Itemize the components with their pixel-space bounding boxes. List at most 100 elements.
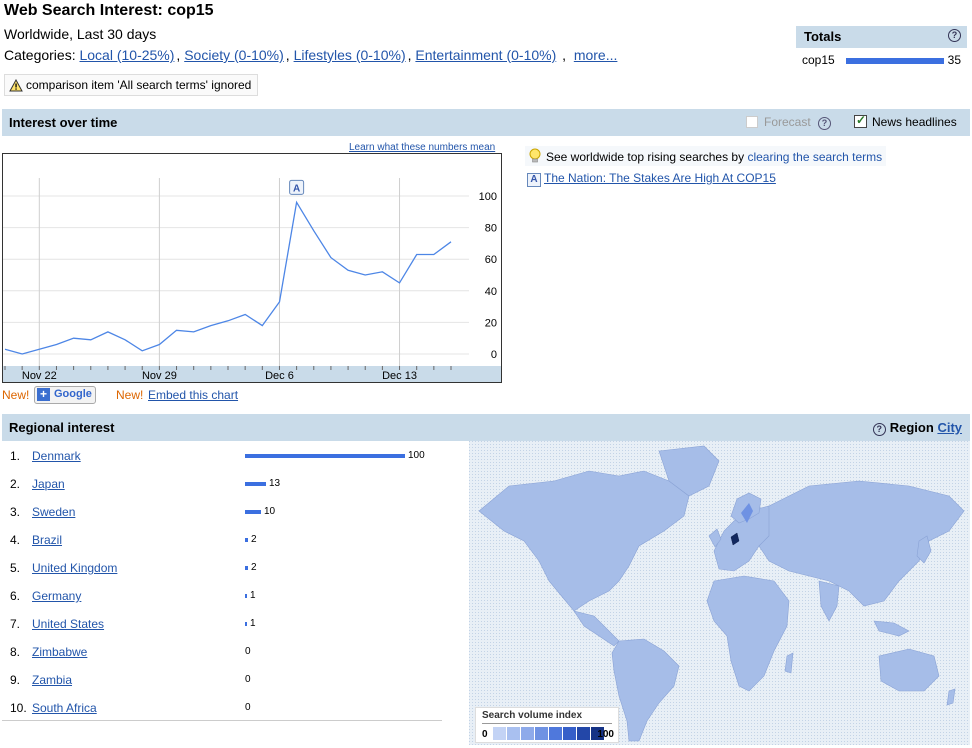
region-link[interactable]: Sweden xyxy=(32,505,75,519)
news-headline-item: A The Nation: The Stakes Are High At COP1… xyxy=(527,171,776,187)
categories-label: Categories: xyxy=(4,47,76,63)
category-link-local[interactable]: Local (10-25%) xyxy=(79,47,174,63)
categories: Categories: Local (10-25%), Society (0-1… xyxy=(4,47,618,63)
more-categories-link[interactable]: more... xyxy=(574,47,618,63)
learn-numbers-link[interactable]: Learn what these numbers mean xyxy=(349,142,495,153)
legend-swatch xyxy=(535,727,548,740)
region-bar xyxy=(245,482,266,486)
help-icon[interactable]: ? xyxy=(872,423,886,436)
city-link[interactable]: City xyxy=(937,420,962,435)
region-link[interactable]: Brazil xyxy=(32,533,62,547)
region-row: 3. Sweden 10 xyxy=(2,502,442,530)
region-value: 0 xyxy=(245,646,251,657)
region-value: 1 xyxy=(250,618,256,629)
forecast-label: Forecast xyxy=(764,115,811,129)
totals-header: Totals ? xyxy=(796,26,967,48)
y-tick-label: 0 xyxy=(491,349,497,361)
region-rank: 3. xyxy=(10,505,21,519)
embed-chart-link[interactable]: Embed this chart xyxy=(148,388,238,402)
add-to-google-button[interactable]: + Google xyxy=(34,386,96,404)
region-value: 0 xyxy=(245,674,251,685)
category-link-society[interactable]: Society (0-10%) xyxy=(184,47,284,63)
help-icon[interactable]: ? xyxy=(818,117,832,130)
region-value: 13 xyxy=(269,478,281,489)
x-tick-label: Nov 22 xyxy=(22,370,57,382)
news-headlines-label: News headlines xyxy=(872,115,957,129)
region-row: 4. Brazil 2 xyxy=(2,530,442,558)
section-title: Interest over time xyxy=(9,115,118,130)
region-city-switch: ? Region City xyxy=(872,420,962,436)
region-rank: 7. xyxy=(10,617,21,631)
region-rank: 6. xyxy=(10,589,21,603)
legend-swatch xyxy=(549,727,562,740)
news-headlines-toggle[interactable]: News headlines xyxy=(854,113,957,129)
totals-row: cop15 35 xyxy=(796,51,967,69)
region-value: 2 xyxy=(251,562,257,573)
totals-value: 35 xyxy=(947,53,961,67)
help-icon[interactable]: ? xyxy=(948,29,961,42)
region-rank: 8. xyxy=(10,645,21,659)
region-value: 100 xyxy=(408,450,425,461)
region-value: 1 xyxy=(250,590,256,601)
legend-swatch xyxy=(493,727,506,740)
rising-text: See worldwide top rising searches by xyxy=(546,150,745,164)
map-legend: Search volume index 0 100 xyxy=(475,707,619,743)
legend-max: 100 xyxy=(597,729,614,740)
totals-title: Totals xyxy=(804,29,842,44)
region-bar xyxy=(245,566,248,570)
news-headline-link[interactable]: The Nation: The Stakes Are High At COP15 xyxy=(544,171,776,185)
region-rank: 2. xyxy=(10,477,21,491)
x-tick-label: Dec 13 xyxy=(382,370,417,382)
region-link[interactable]: Japan xyxy=(32,477,65,491)
region-link[interactable]: Denmark xyxy=(32,449,81,463)
region-link[interactable]: South Africa xyxy=(32,701,97,715)
new-label: New! xyxy=(116,388,144,402)
plus-icon: + xyxy=(37,388,50,401)
region-bar xyxy=(245,510,261,514)
y-tick-label: 60 xyxy=(485,254,497,266)
region-bar xyxy=(245,454,405,458)
region-row: 5. United Kingdom 2 xyxy=(2,558,442,586)
region-row: 10. South Africa 0 xyxy=(2,698,442,726)
clear-search-terms-link[interactable]: clearing the search terms xyxy=(747,150,882,164)
region-rank: 4. xyxy=(10,533,21,547)
x-tick-label: Dec 6 xyxy=(265,370,294,382)
region-label: Region xyxy=(889,420,934,435)
legend-title: Search volume index xyxy=(482,710,583,721)
page-title: Web Search Interest: cop15 xyxy=(4,2,214,19)
region-bar xyxy=(245,622,247,626)
series-line xyxy=(4,200,452,355)
section-title: Regional interest xyxy=(9,420,115,435)
legend-swatch xyxy=(521,727,534,740)
region-link[interactable]: Zimbabwe xyxy=(32,645,87,659)
region-bar xyxy=(245,538,248,542)
category-link-entertainment[interactable]: Entertainment (0-10%) xyxy=(415,47,556,63)
region-rank: 10. xyxy=(10,701,27,715)
news-marker-icon: A xyxy=(527,173,541,187)
divider xyxy=(2,720,442,721)
y-tick-label: 80 xyxy=(485,223,497,235)
add-to-google-label: Google xyxy=(54,388,92,400)
legend-swatch xyxy=(577,727,590,740)
warning-box: comparison item 'All search terms' ignor… xyxy=(4,74,259,96)
category-link-lifestyles[interactable]: Lifestyles (0-10%) xyxy=(294,47,406,63)
x-axis-band xyxy=(3,366,501,382)
region-link[interactable]: Zambia xyxy=(32,673,72,687)
interest-over-time-header: Interest over time Forecast ? News headl… xyxy=(2,109,970,136)
news-headlines-checkbox[interactable] xyxy=(854,113,867,128)
totals-panel: Totals ? cop15 35 xyxy=(796,26,967,69)
region-value: 0 xyxy=(245,702,251,713)
region-rank: 9. xyxy=(10,673,21,687)
y-tick-label: 40 xyxy=(485,286,497,298)
region-row: 6. Germany 1 xyxy=(2,586,442,614)
region-row: 8. Zimbabwe 0 xyxy=(2,642,442,670)
rising-searches-hint: See worldwide top rising searches by cle… xyxy=(525,146,887,166)
world-map[interactable] xyxy=(469,441,970,745)
region-bar xyxy=(245,594,247,598)
legend-swatch xyxy=(507,727,520,740)
region-link[interactable]: Germany xyxy=(32,589,81,603)
region-link[interactable]: United States xyxy=(32,617,104,631)
annotation-label: A xyxy=(293,183,300,194)
region-value: 10 xyxy=(264,506,276,517)
region-link[interactable]: United Kingdom xyxy=(32,561,117,575)
